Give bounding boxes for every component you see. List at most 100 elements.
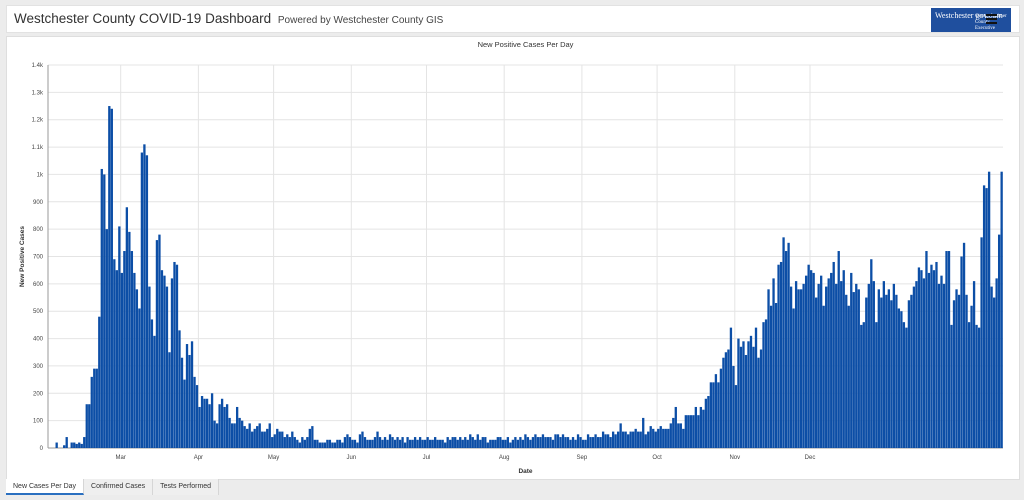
x-tick-label: Jun [346,455,356,461]
chart-bar [632,431,635,448]
chart-bar [499,437,502,448]
chart-bar [767,289,770,448]
hamburger-menu-icon[interactable] [986,14,997,24]
chart-bar [947,251,951,448]
chart-bar [351,439,354,448]
chart-bar [619,423,622,448]
chart-bar [509,442,512,448]
chart-bar [393,439,397,448]
chart-bar [1000,171,1003,448]
y-tick-label: 400 [33,337,44,343]
chart-bar [887,289,891,448]
tab-confirmed-cases[interactable]: Confirmed Cases [84,479,154,495]
dashboard-title-text: Westchester County COVID-19 Dashboard [14,11,272,26]
chart-bar [990,286,993,448]
chart-bar [273,434,276,448]
chart-bar [183,379,186,448]
chart-bar [105,229,108,448]
chart-bar [113,259,116,448]
chart-bar [586,434,590,448]
chart-bar [967,322,971,448]
y-tick-label: 800 [33,227,44,233]
chart-bar [281,431,284,448]
chart-bar [804,275,808,448]
chart-bar [476,434,479,448]
chart-bar [426,437,429,448]
chart-bar [601,431,605,448]
chart-bar [138,308,141,448]
chart-bar [925,251,928,448]
chart-bar [774,303,778,448]
chart-bar [699,406,703,448]
chart-bar [927,272,931,448]
chart-bar [346,434,349,448]
tab-tests-performed[interactable]: Tests Performed [153,479,220,495]
chart-bar [579,437,582,448]
chart-bar [496,437,499,448]
chart-bar [842,270,845,448]
chart-bar [306,437,309,448]
chart-bar [195,385,199,448]
chart-bar [867,283,870,448]
chart-bar [852,292,855,448]
chart-bar [93,368,96,448]
chart-bar [782,237,785,448]
chart-bar [466,439,469,448]
chart-bar [494,439,497,448]
chart-bar [950,324,953,448]
chart-bar [220,398,224,448]
chart-bar [338,439,342,448]
chart-bar [378,437,382,448]
chart-bar [709,382,713,448]
x-tick-label: Apr [194,455,203,461]
chart-bar [609,437,612,448]
chart-bar [160,270,164,448]
chart-bar [180,357,184,448]
x-tick-label: Aug [499,455,510,461]
chart-bar [198,406,201,448]
chart-bar [556,434,560,448]
chart-bar [872,281,875,448]
chart-bar [672,417,675,448]
chart-bar [506,437,510,448]
chart-bar [128,231,131,448]
chart-bar [368,439,372,448]
chart-bar [752,346,755,448]
chart-bar [133,272,136,448]
y-tick-label: 600 [33,282,44,288]
chart-bar [957,294,961,448]
chart-bar [955,289,958,448]
chart-bar [246,428,249,448]
chart-bar [461,439,464,448]
chart-bar [65,437,68,448]
chart-bar [714,374,718,448]
chart-bar [807,264,810,448]
chart-bar [486,442,489,448]
chart-bar [995,278,998,448]
chart-bar [326,439,329,448]
chart-bar [388,434,392,448]
chart-bar [890,300,893,448]
chart-bar [210,393,214,448]
chart-bar [639,431,642,448]
chart-bar [637,431,640,448]
chart-bar [982,185,986,448]
chart-bar [469,434,472,448]
chart-bar [757,357,760,448]
chart-bar [108,106,111,448]
chart-bar [416,439,419,448]
chart-bar [85,404,88,448]
y-tick-label: 300 [33,364,44,370]
x-tick-label: Nov [729,455,740,461]
chart-panel: New Positive Cases Per Day 0 100 200 300 400 5… [6,36,1020,480]
chart-bar [95,368,98,448]
chart-bar [193,376,196,448]
chart-bar [200,396,204,448]
chart-bar [644,434,647,448]
chart-bar [634,428,637,448]
x-tick-label: Jul [423,455,431,461]
chart-bar [855,283,858,448]
tab-new-cases-per-day[interactable]: New Cases Per Day [6,479,85,495]
chart-bar [962,242,966,448]
chart-bar [519,437,522,448]
